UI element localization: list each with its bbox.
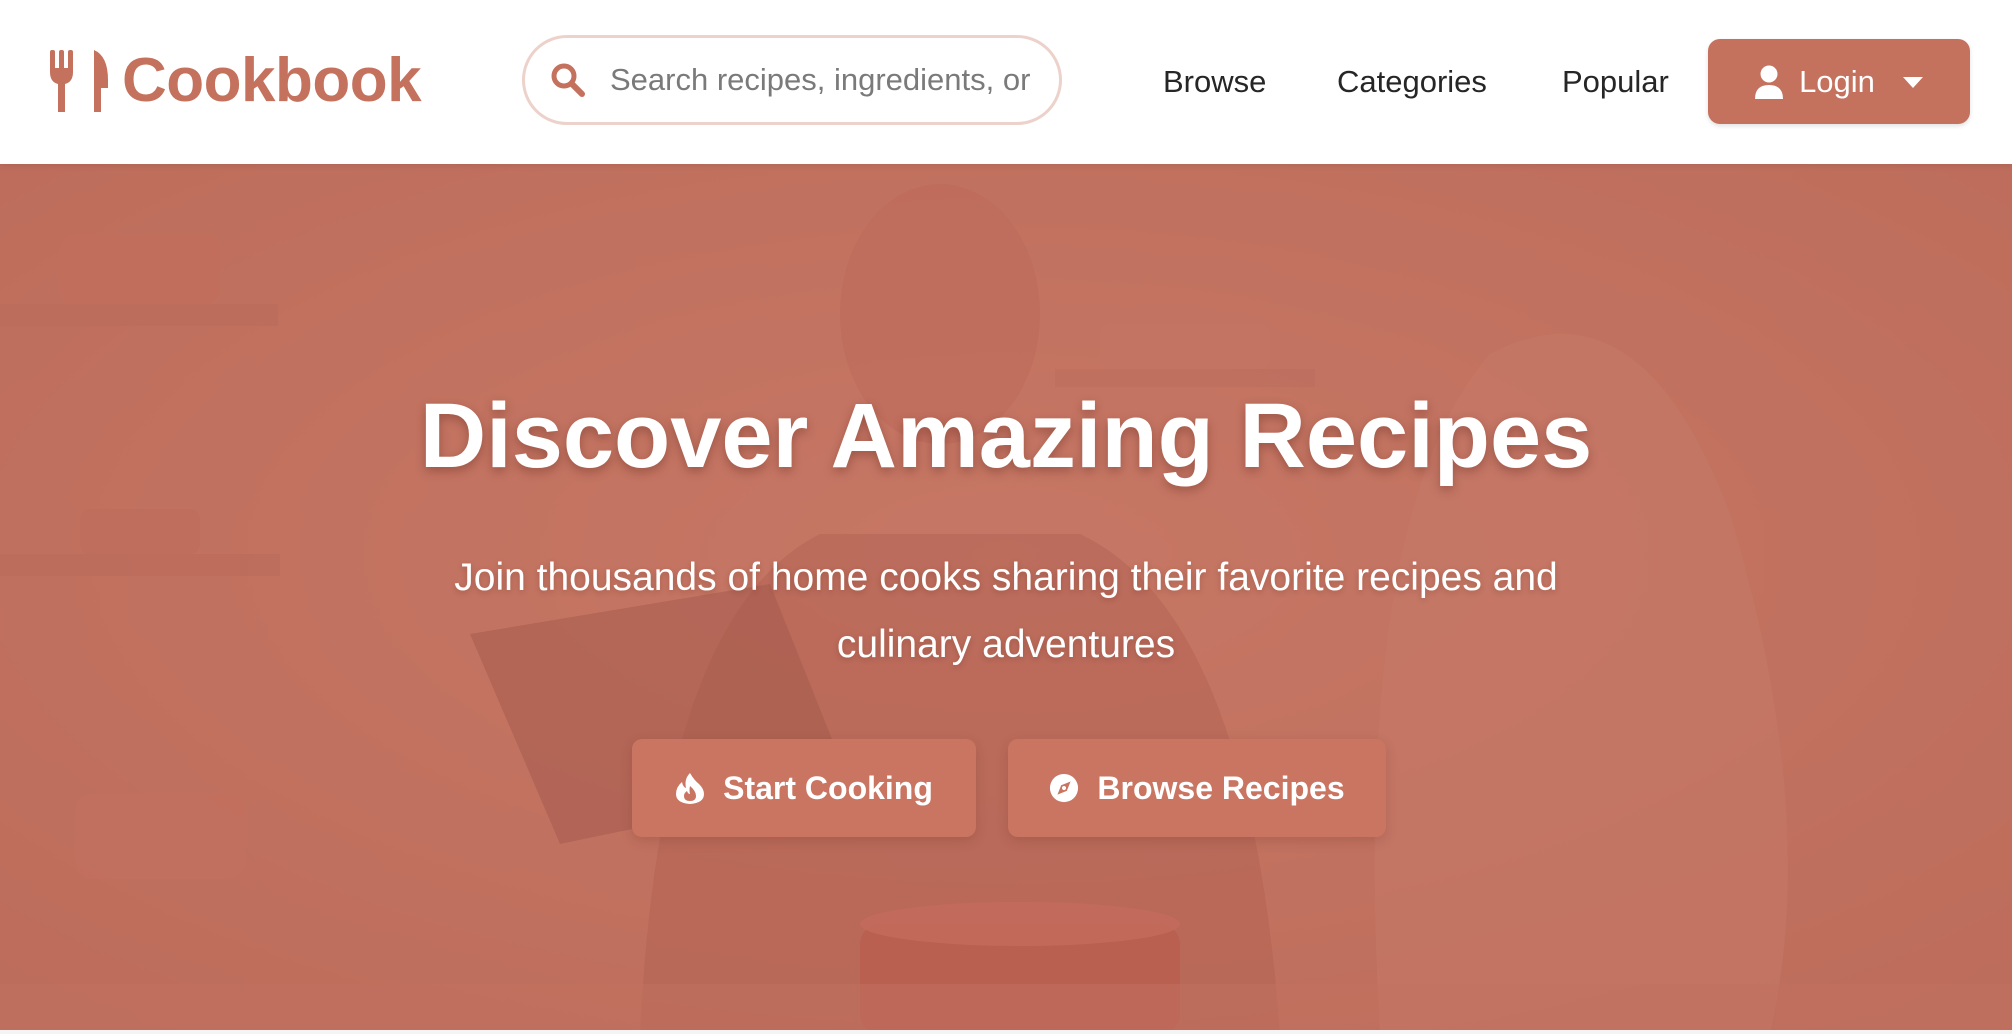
hero-subtitle: Join thousands of home cooks sharing the… [454, 556, 1558, 666]
nav-popular[interactable]: Popular [1562, 58, 1669, 106]
hero-title: Discover Amazing Recipes [419, 385, 1593, 487]
search-input[interactable] [608, 61, 1052, 99]
start-cooking-label: Start Cooking [723, 769, 933, 806]
search-icon [551, 63, 585, 97]
hero-section: Discover Amazing Recipes Join thousands … [0, 164, 2012, 1034]
browse-recipes-label: Browse Recipes [1097, 769, 1345, 806]
search-box[interactable] [522, 35, 1062, 125]
nav-categories[interactable]: Categories [1337, 58, 1487, 106]
site-header: Cookbook Browse Categories Popular Login [0, 0, 2012, 164]
user-icon [1755, 65, 1784, 99]
login-button[interactable]: Login [1708, 39, 1970, 124]
browse-recipes-button[interactable]: Browse Recipes [1008, 739, 1386, 837]
fire-icon [676, 773, 705, 804]
brand-logo[interactable]: Cookbook [46, 46, 422, 116]
page-bottom-divider [0, 1030, 2012, 1034]
brand-name: Cookbook [122, 46, 422, 115]
start-cooking-button[interactable]: Start Cooking [632, 739, 976, 837]
caret-down-icon [1902, 76, 1923, 88]
nav-browse[interactable]: Browse [1163, 58, 1266, 106]
utensils-icon [50, 50, 108, 112]
compass-icon [1050, 773, 1079, 803]
login-label: Login [1799, 63, 1875, 99]
